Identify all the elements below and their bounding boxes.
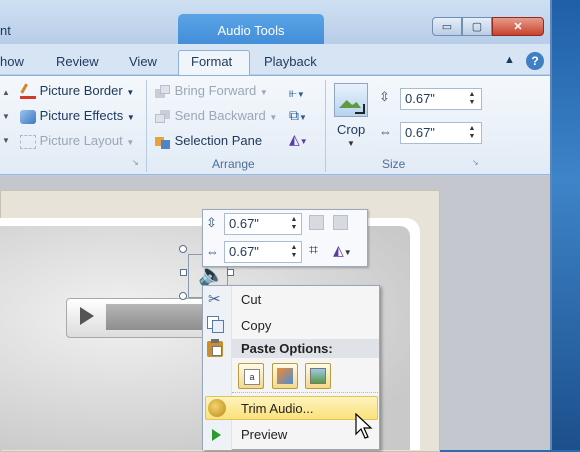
mini-height-spinner[interactable]: ▲ ▼ [288, 216, 300, 232]
rotate-button[interactable]: ◭▼ [289, 131, 308, 148]
picture-effects-icon [20, 109, 36, 124]
paste-keep-formatting-button[interactable] [272, 363, 298, 389]
bring-forward-icon [155, 84, 171, 99]
context-group-title: Audio Tools [217, 23, 285, 38]
menu-item-copy[interactable]: Copy [241, 318, 271, 333]
mouse-cursor-icon [355, 413, 373, 439]
menu-item-trim-audio[interactable]: Trim Audio... [241, 401, 313, 416]
crop-dropdown-icon[interactable]: ▼ [347, 139, 355, 148]
width-spinner[interactable]: ▲ ▼ [466, 125, 478, 141]
mini-rotate-button[interactable]: ◭▼ [333, 242, 352, 259]
trim-audio-icon [208, 399, 226, 417]
ribbon-separator [146, 80, 147, 172]
play-icon[interactable] [80, 307, 94, 325]
app-title: nt [0, 23, 11, 38]
maximize-icon: ▢ [471, 21, 483, 33]
mini-bring-forward-icon[interactable] [309, 215, 324, 230]
menu-item-preview[interactable]: Preview [241, 427, 287, 442]
group-button[interactable]: ⧉▼ [289, 107, 307, 124]
resize-handle[interactable] [179, 245, 187, 253]
minimize-icon: ▭ [441, 21, 453, 33]
picture-layout-button[interactable]: Picture Layout ▼ [20, 133, 134, 149]
crop-icon [334, 83, 368, 117]
size-dialog-launcher-icon[interactable]: ↘ [472, 158, 479, 167]
resize-handle[interactable] [179, 292, 187, 300]
paste-options-label: Paste Options: [241, 341, 333, 356]
desktop-background [548, 0, 580, 450]
resize-handle[interactable] [227, 269, 234, 276]
paste-picture-button[interactable] [305, 363, 331, 389]
minimize-ribbon-icon[interactable]: ▲ [504, 54, 515, 66]
close-button[interactable]: ✕ [492, 17, 544, 36]
paste-destination-icon: a [244, 369, 260, 385]
bring-forward-button[interactable]: Bring Forward ▼ [155, 83, 268, 99]
picture-border-icon [20, 82, 37, 99]
tab-format-label[interactable]: Format [191, 54, 232, 69]
picture-effects-button[interactable]: Picture Effects ▼ [20, 108, 135, 124]
mini-width-spinner[interactable]: ▲ ▼ [288, 244, 300, 260]
menu-separator [232, 392, 378, 393]
mini-send-backward-icon[interactable] [333, 215, 348, 230]
context-menu-icon-gutter [203, 286, 232, 450]
tab-review[interactable]: Review [56, 54, 99, 69]
paste-keep-formatting-icon [277, 368, 293, 384]
mini-rotate-icon: ◭ [333, 242, 344, 258]
audio-progress-track[interactable] [106, 304, 206, 330]
crop-button[interactable]: Crop [337, 122, 365, 137]
copy-icon [207, 316, 224, 333]
preview-play-icon [212, 429, 221, 441]
mini-width-icon: ⇔ [206, 244, 219, 259]
arrange-group-label: Arrange [212, 157, 255, 171]
align-button[interactable]: ⫦▼ [289, 84, 305, 101]
help-icon[interactable]: ? [526, 52, 544, 70]
send-backward-button[interactable]: Send Backward ▼ [155, 108, 277, 124]
styles-gallery-edge[interactable]: ▲ ▼ ▼ [0, 84, 12, 154]
picture-border-button[interactable]: Picture Border ▼ [20, 82, 134, 99]
rotate-icon: ◭ [289, 131, 300, 147]
menu-item-cut[interactable]: Cut [241, 292, 261, 307]
shape-height-icon: ⇳ [379, 89, 390, 104]
tab-slideshow[interactable]: how [0, 54, 24, 69]
send-backward-icon [155, 109, 171, 124]
paste-picture-icon [310, 368, 326, 384]
tab-playback[interactable]: Playback [264, 54, 317, 69]
height-spinner[interactable]: ▲ ▼ [466, 91, 478, 107]
shape-width-icon: ⇔ [379, 124, 392, 139]
align-icon: ⫦ [289, 84, 297, 100]
minimize-button[interactable]: ▭ [432, 17, 462, 36]
group-icon: ⧉ [289, 107, 299, 123]
resize-handle[interactable] [180, 269, 187, 276]
paste-use-destination-theme-button[interactable]: a [238, 363, 264, 389]
mini-crop-icon[interactable]: ⌗ [309, 242, 318, 260]
picture-layout-icon [20, 134, 36, 149]
close-icon: ✕ [513, 21, 523, 33]
picture-styles-dialog-launcher-icon[interactable]: ↘ [132, 158, 139, 167]
mini-height-icon: ⇳ [206, 215, 217, 230]
paste-icon [207, 339, 223, 357]
cut-icon: ✂ [208, 291, 221, 308]
ribbon-separator [325, 80, 326, 172]
selection-pane-icon [155, 135, 171, 149]
size-group-label: Size [382, 157, 406, 171]
maximize-button[interactable]: ▢ [462, 17, 492, 36]
selection-pane-button[interactable]: Selection Pane [155, 133, 262, 149]
tab-view[interactable]: View [129, 54, 157, 69]
